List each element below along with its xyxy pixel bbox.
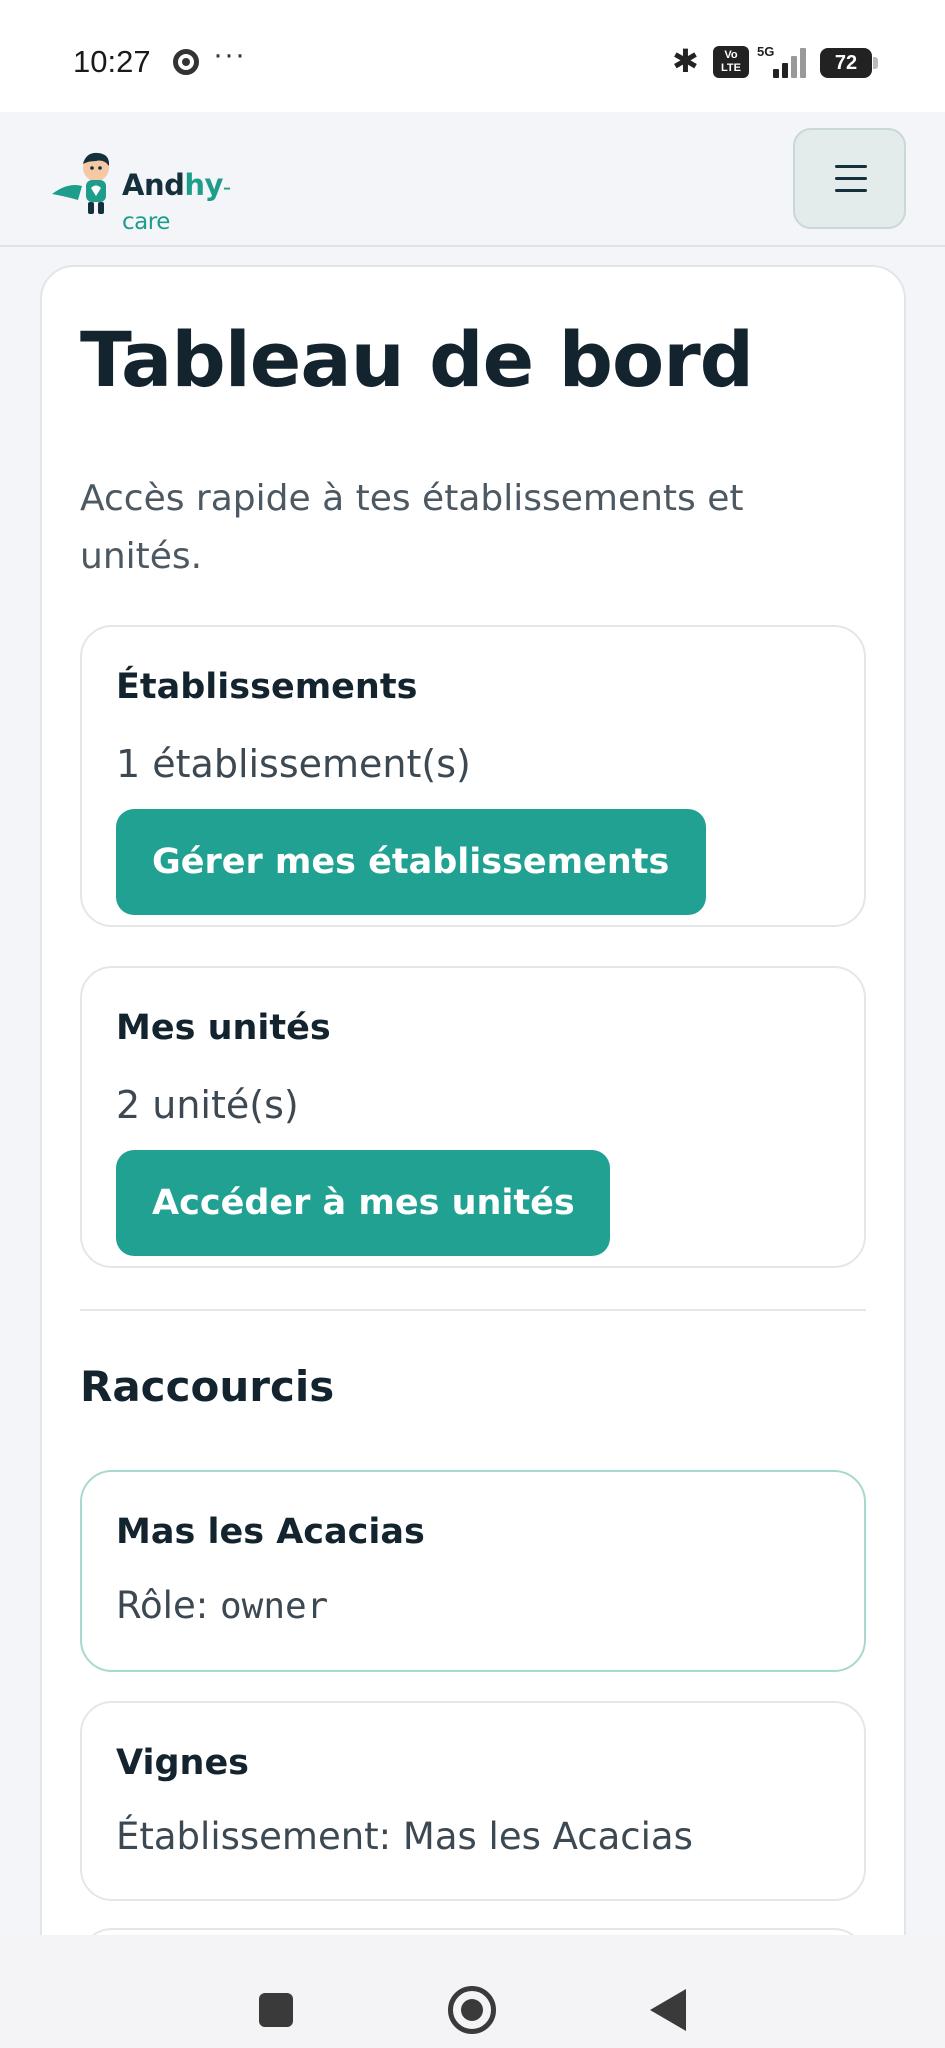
establishments-count: 1 établissement(s) xyxy=(116,742,471,786)
shortcut-title: Mas les Acacias xyxy=(116,1512,425,1552)
units-card: Mes unités 2 unité(s) Accéder à mes unit… xyxy=(80,966,866,1268)
hamburger-menu-icon xyxy=(835,165,867,168)
superhero-mascot-icon xyxy=(52,152,110,214)
logo-text: Andhy-care xyxy=(122,168,231,235)
establishments-title: Établissements xyxy=(116,667,418,707)
chrome-icon xyxy=(173,49,199,75)
access-units-button[interactable]: Accéder à mes unités xyxy=(116,1150,610,1256)
more-notifications-icon: ··· xyxy=(213,38,246,71)
status-time: 10:27 xyxy=(73,44,151,79)
units-count: 2 unité(s) xyxy=(116,1083,299,1127)
status-bar: 10:27 ··· ✱ Vo LTE 5G 72 xyxy=(0,0,945,112)
section-divider xyxy=(80,1309,866,1311)
volte-badge: Vo LTE xyxy=(713,46,749,78)
app-header: Andhy-care xyxy=(0,112,945,247)
signal-icon xyxy=(773,48,809,78)
page-subtitle: Accès rapide à tes établissements et uni… xyxy=(80,478,744,577)
home-icon[interactable] xyxy=(448,1986,496,2034)
back-icon[interactable] xyxy=(650,1989,686,2031)
manage-establishments-button[interactable]: Gérer mes établissements xyxy=(116,809,706,915)
shortcuts-title: Raccourcis xyxy=(80,1362,335,1411)
page-title: Tableau de bord xyxy=(80,315,754,404)
app-logo[interactable]: Andhy-care xyxy=(48,146,278,235)
shortcut-mas-les-acacias[interactable]: Mas les Acacias Rôle: owner xyxy=(80,1470,866,1672)
establishments-card: Établissements 1 établissement(s) Gérer … xyxy=(80,625,866,927)
bluetooth-icon: ✱ xyxy=(672,42,699,80)
shortcut-vignes[interactable]: Vignes Établissement: Mas les Acacias xyxy=(80,1701,866,1901)
battery-icon: 72 xyxy=(820,48,878,78)
shortcut-establishment: Établissement: Mas les Acacias xyxy=(116,1815,693,1858)
network-type: 5G xyxy=(757,44,775,59)
shortcut-title: Vignes xyxy=(116,1743,250,1783)
recent-apps-icon[interactable] xyxy=(259,1993,293,2027)
units-title: Mes unités xyxy=(116,1008,331,1048)
menu-button[interactable] xyxy=(793,128,906,229)
shortcut-role: Rôle: owner xyxy=(116,1584,329,1627)
system-nav-bar xyxy=(0,1935,945,2048)
